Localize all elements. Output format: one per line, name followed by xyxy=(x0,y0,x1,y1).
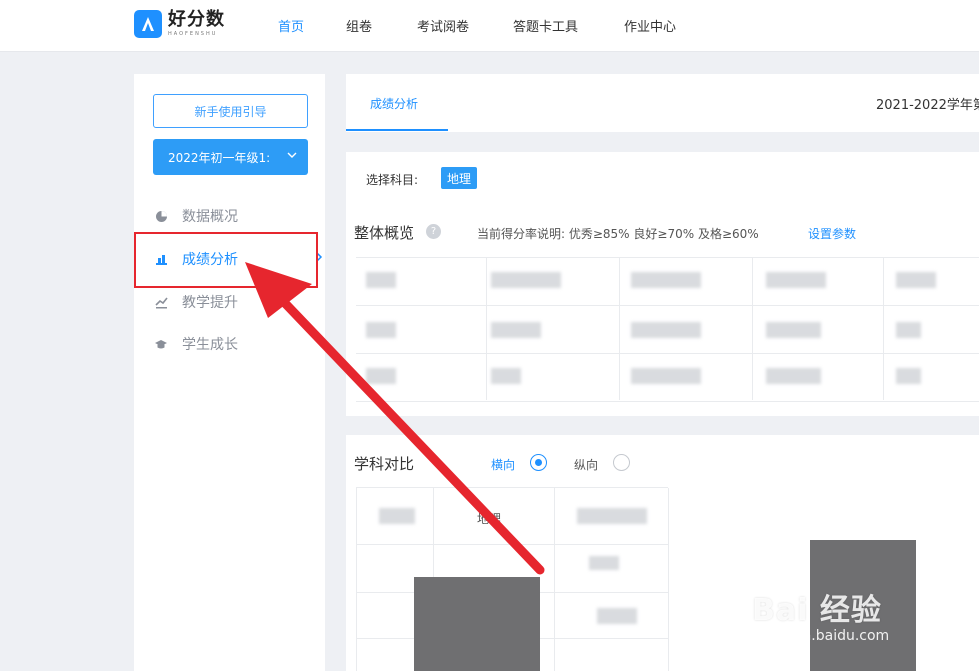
red-pointer-arrow-icon xyxy=(245,262,545,575)
